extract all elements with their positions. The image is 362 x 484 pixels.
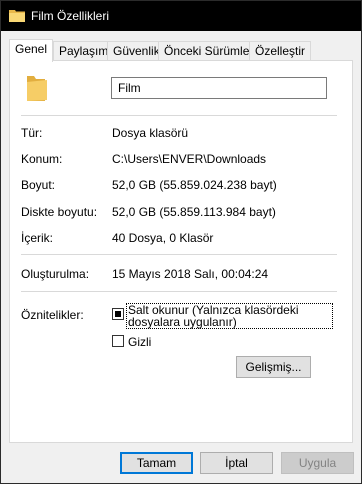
ok-button[interactable]: Tamam xyxy=(120,452,193,474)
tab-customize[interactable]: Özelleştir xyxy=(249,41,312,60)
hidden-label[interactable]: Gizli xyxy=(128,335,151,349)
type-label: Tür: xyxy=(21,126,43,140)
readonly-label[interactable]: Salt okunur (Yalnızca klasördeki dosyala… xyxy=(128,304,333,328)
separator xyxy=(21,291,337,292)
tab-previous-versions[interactable]: Önceki Sürümler xyxy=(158,41,260,60)
readonly-checkbox[interactable] xyxy=(112,308,124,320)
apply-button[interactable]: Uygula xyxy=(281,452,354,474)
created-label: Oluşturulma: xyxy=(21,267,90,281)
tab-strip: Genel Paylaşım Güvenlik Önceki Sürümler … xyxy=(9,39,353,62)
cancel-button[interactable]: İptal xyxy=(200,452,273,474)
attributes-label: Öznitelikler: xyxy=(21,308,84,322)
tab-general[interactable]: Genel xyxy=(9,39,54,62)
folder-name-input[interactable]: Film xyxy=(111,77,327,99)
separator xyxy=(21,254,337,255)
hidden-checkbox[interactable] xyxy=(112,335,124,347)
advanced-button[interactable]: Gelişmiş... xyxy=(236,356,311,378)
location-label: Konum: xyxy=(21,152,63,166)
tab-panel-general xyxy=(9,60,353,443)
disk-size-value: 52,0 GB (55.859.113.984 bayt) xyxy=(112,205,276,219)
location-value: C:\Users\ENVER\Downloads xyxy=(112,152,267,166)
folder-icon xyxy=(9,10,25,22)
disk-size-label: Diskte boyutu: xyxy=(21,205,98,219)
tab-sharing[interactable]: Paylaşım xyxy=(53,41,115,60)
title-bar[interactable]: Film Özellikleri xyxy=(1,1,361,31)
separator xyxy=(21,115,337,116)
created-value: 15 Mayıs 2018 Salı, 00:04:24 xyxy=(112,267,269,281)
size-value: 52,0 GB (55.859.024.238 bayt) xyxy=(112,178,277,192)
properties-window: Film Özellikleri Genel Paylaşım Güvenlik… xyxy=(0,0,362,484)
tab-security[interactable]: Güvenlik xyxy=(107,41,166,60)
window-title: Film Özellikleri xyxy=(31,9,109,23)
contains-label: İçerik: xyxy=(21,231,54,245)
indeterminate-mark-icon xyxy=(115,311,121,317)
size-label: Boyut: xyxy=(21,178,56,192)
folder-large-icon xyxy=(27,76,47,101)
contains-value: 40 Dosya, 0 Klasör xyxy=(112,231,214,245)
type-value: Dosya klasörü xyxy=(112,126,189,140)
